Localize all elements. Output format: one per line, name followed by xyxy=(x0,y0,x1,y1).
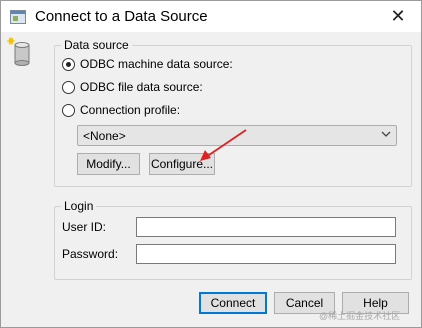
password-label: Password: xyxy=(62,247,119,261)
login-group-label: Login xyxy=(61,199,97,213)
title-bar: Connect to a Data Source ✕ xyxy=(1,1,421,32)
watermark-text: @稀土掘金技术社区 xyxy=(319,311,401,321)
password-field[interactable] xyxy=(136,244,396,264)
radio-odbc-file[interactable]: ODBC file data source: xyxy=(62,80,203,94)
radio-label: ODBC file data source: xyxy=(80,80,203,94)
modify-button[interactable]: Modify... xyxy=(77,153,140,175)
user-id-label: User ID: xyxy=(62,220,107,234)
radio-connection-profile[interactable]: Connection profile: xyxy=(62,103,180,117)
window-app-icon xyxy=(10,10,26,24)
radio-button-checked[interactable] xyxy=(62,57,75,71)
dialog-window: Connect to a Data Source ✕ Data source O… xyxy=(0,0,422,328)
close-icon[interactable]: ✕ xyxy=(385,5,411,27)
database-icon xyxy=(7,37,30,66)
annotation-arrow xyxy=(200,129,247,161)
chevron-down-icon xyxy=(381,131,391,137)
window-title: Connect to a Data Source xyxy=(35,8,208,25)
radio-label: Connection profile: xyxy=(80,103,181,117)
radio-odbc-machine[interactable]: ODBC machine data source: xyxy=(62,57,233,71)
user-id-field[interactable] xyxy=(136,217,396,237)
radio-label: ODBC machine data source: xyxy=(80,57,233,71)
data-source-group-label: Data source xyxy=(61,38,132,52)
radio-button[interactable] xyxy=(62,103,75,117)
select-value: <None> xyxy=(83,129,126,143)
radio-button[interactable] xyxy=(62,80,75,94)
connect-button[interactable]: Connect xyxy=(199,292,267,314)
